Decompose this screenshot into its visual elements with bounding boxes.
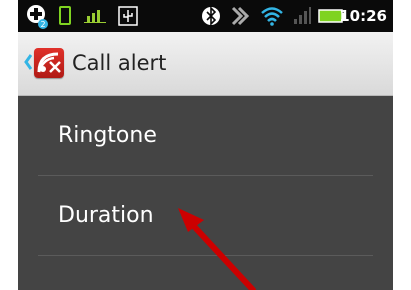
phone-screen: 2 10:26 Call alert Ringtone Duration: [18, 0, 393, 290]
annotation-arrow: [178, 208, 256, 290]
